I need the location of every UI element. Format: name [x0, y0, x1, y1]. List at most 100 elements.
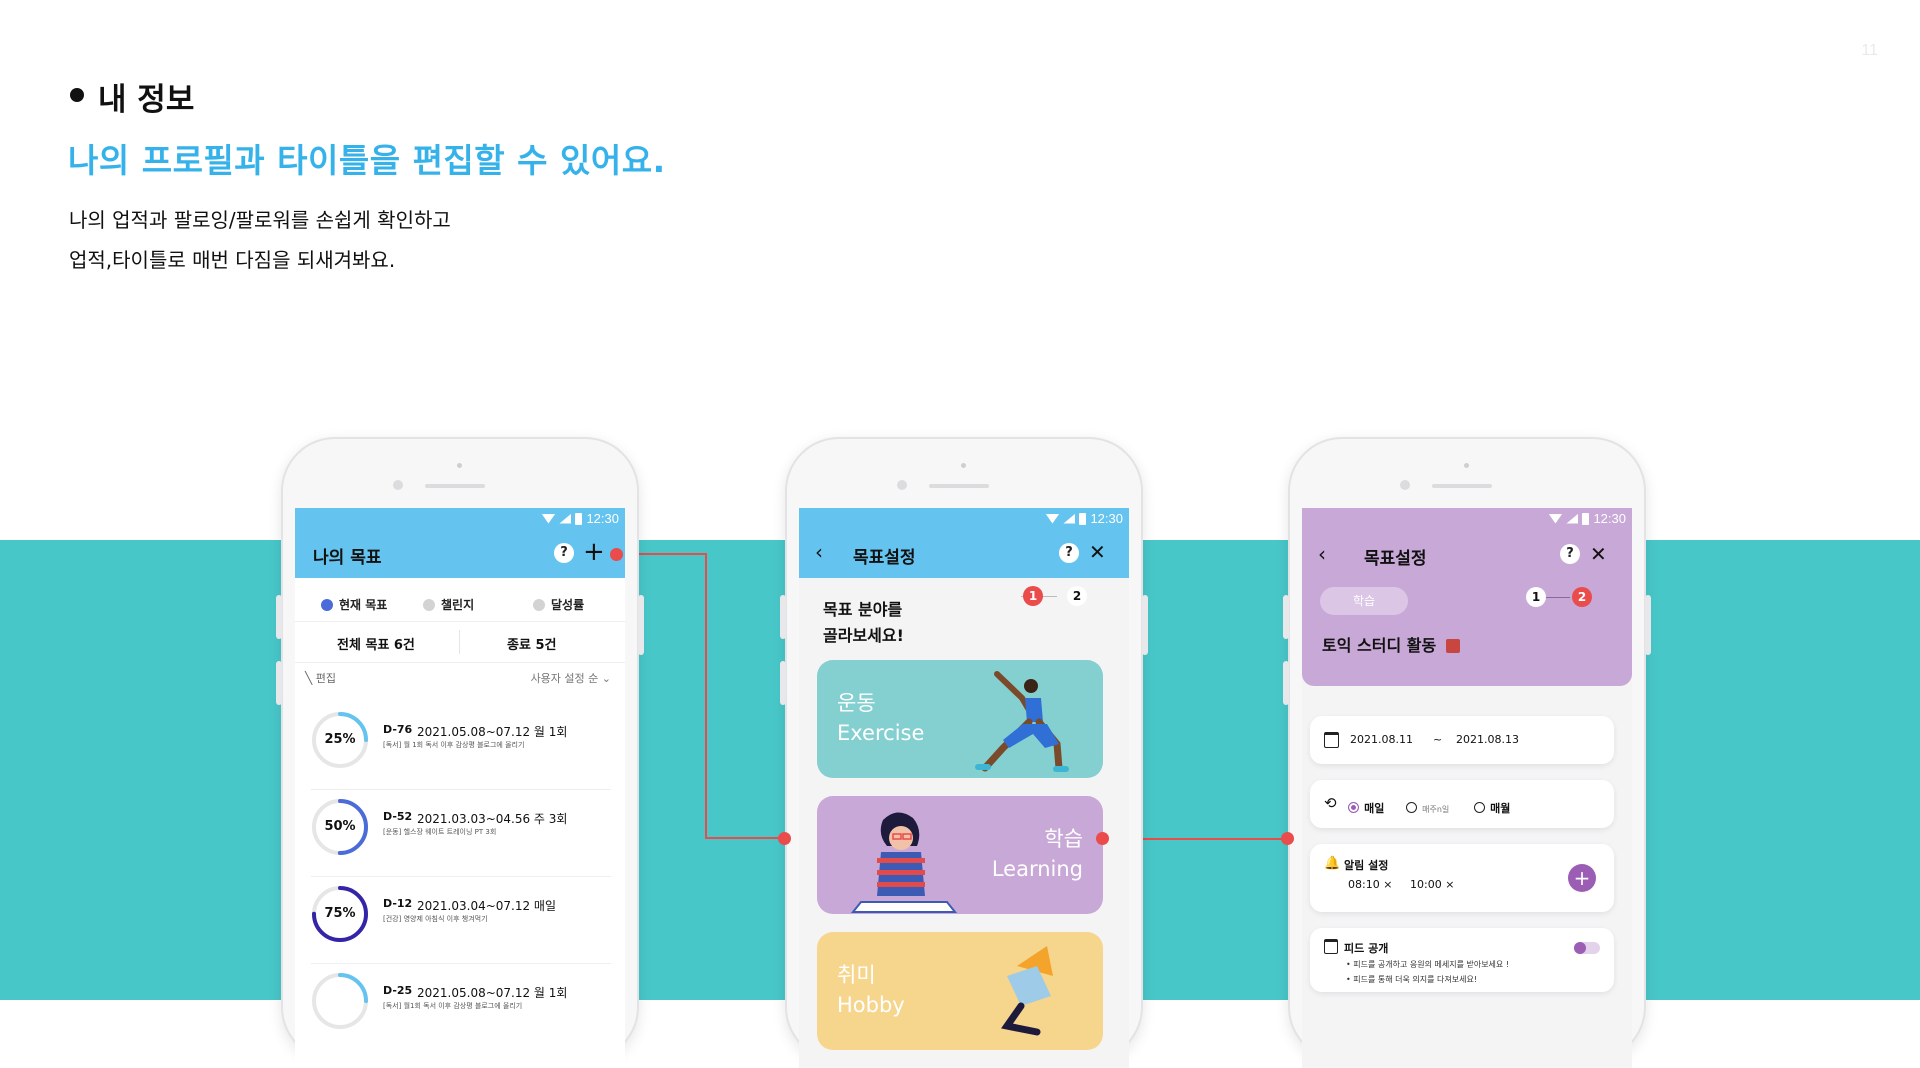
feed-title: 피드 공개	[1344, 942, 1389, 955]
card-title-en: Learning	[991, 857, 1083, 881]
alarm-time-2[interactable]: 10:00 ×	[1410, 878, 1454, 891]
signal-icon	[1063, 513, 1076, 524]
help-icon[interactable]: ?	[1560, 544, 1580, 564]
feed-toggle[interactable]	[1574, 942, 1600, 954]
sensor	[457, 463, 462, 468]
camera	[393, 480, 403, 490]
edit-button[interactable]: ╲ 편집	[305, 670, 336, 686]
category-card-exercise[interactable]: 운동 Exercise	[817, 660, 1103, 778]
step-1-indicator: 1	[1526, 587, 1546, 607]
description-line-1: 나의 업적과 팔로잉/팔로워를 손쉽게 확인하고	[69, 208, 451, 232]
category-card-hobby[interactable]: 취미 Hobby	[817, 932, 1103, 1050]
back-arrow-icon[interactable]: ‹	[1318, 541, 1326, 567]
feed-note-2: • 피드를 통해 더욱 의지를 다져보세요!	[1346, 975, 1478, 984]
help-icon[interactable]: ?	[554, 543, 574, 563]
goal-dday: D-52	[383, 810, 413, 823]
goal-description: [독서] 월1회 독서 이후 감상평 블로그에 올리기	[383, 1002, 523, 1010]
close-icon[interactable]: ✕	[1089, 539, 1106, 565]
side-button	[1283, 661, 1289, 705]
side-button	[638, 595, 644, 655]
connector-dot	[610, 548, 623, 561]
goal-item[interactable]: 50% D-52 2021.03.03~04.56 주 3회 [운동] 헬스장 …	[311, 790, 611, 877]
book-icon	[1445, 639, 1460, 653]
repeat-setting: ⟲ 매일 매주n일 매월	[1310, 780, 1614, 828]
feed-visibility-setting: 피드 공개 • 피드를 공개하고 응원의 메세지를 받아보세요 ! • 피드를 …	[1310, 928, 1614, 992]
goal-period: 2021.03.04~07.12 매일	[417, 899, 557, 913]
option-label: 매일	[1364, 802, 1385, 815]
chevron-down-icon: ⌄	[601, 672, 611, 685]
goal-item[interactable]: 75% D-12 2021.03.04~07.12 매일 [건강] 영양제 아침…	[311, 877, 611, 964]
screen-goal-detail: 12:30 ‹ 목표설정 ? ✕ 학습 1 2 토익 스터디 활동 2021.0…	[1302, 508, 1632, 1068]
repeat-option-weekly[interactable]: 매주n일	[1406, 797, 1449, 816]
bell-icon: 🔔	[1324, 856, 1341, 871]
add-goal-button[interactable]: +	[583, 539, 605, 565]
goal-period: 2021.03.03~04.56 주 3회	[417, 812, 568, 826]
option-label: 매월	[1490, 802, 1511, 815]
legend-dot	[533, 598, 545, 611]
side-button	[1645, 595, 1651, 655]
add-alarm-button[interactable]: +	[1568, 864, 1596, 892]
page-title: 나의 목표	[313, 548, 382, 568]
wifi-icon	[1548, 513, 1563, 524]
remove-icon[interactable]: ×	[1445, 878, 1454, 891]
side-button	[1283, 595, 1289, 639]
tab-label: 현재 목표	[339, 598, 388, 612]
status-time: 12:30	[1090, 511, 1123, 526]
feed-note-1: • 피드를 공개하고 응원의 메세지를 받아보세요 !	[1346, 960, 1510, 969]
phone-mockup-goal-category: 12:30 ‹ 목표설정 ? ✕ 1 2 목표 분야를 골라보세요! 운동 Ex…	[780, 437, 1148, 1068]
divider	[459, 630, 460, 654]
date-range-field[interactable]: 2021.08.11 ~ 2021.08.13	[1310, 716, 1614, 764]
goal-dday: D-25	[383, 984, 413, 997]
help-icon[interactable]: ?	[1059, 543, 1079, 563]
card-title-ko: 학습	[1044, 827, 1083, 851]
card-title-en: Hobby	[837, 993, 905, 1017]
option-label: 매주n일	[1422, 805, 1450, 814]
goal-item[interactable]: D-25 2021.05.08~07.12 월 1회 [독서] 월1회 독서 이…	[311, 964, 611, 1050]
close-icon[interactable]: ✕	[1590, 541, 1607, 567]
alarm-time: 08:10	[1348, 878, 1380, 891]
page-title: 목표설정	[1364, 549, 1427, 569]
goal-description: [독서] 월 1회 독서 이후 감상평 블로그에 올리기	[383, 741, 525, 749]
app-bar: 12:30 ‹ 목표설정 ? ✕	[799, 508, 1129, 578]
history-icon: ⟲	[1324, 794, 1337, 812]
goal-percent: 50%	[324, 819, 356, 834]
wifi-icon	[1045, 513, 1060, 524]
legend-dot	[321, 598, 333, 611]
goal-item[interactable]: 25% D-76 2021.05.08~07.12 월 1회 [독서] 월 1회…	[311, 703, 611, 790]
speaker	[929, 484, 989, 488]
connector-dot	[1096, 832, 1109, 845]
alarm-time-1[interactable]: 08:10 ×	[1348, 878, 1392, 891]
remove-icon[interactable]: ×	[1383, 878, 1392, 891]
connector-line	[705, 553, 707, 839]
question-line-1: 목표 분야를	[823, 600, 903, 619]
repeat-option-monthly[interactable]: 매월	[1474, 797, 1510, 816]
goal-name: 토익 스터디 활동	[1322, 632, 1460, 656]
start-date: 2021.08.11	[1350, 733, 1413, 746]
radio-selected	[1348, 802, 1359, 813]
repeat-option-daily[interactable]: 매일	[1348, 797, 1384, 816]
tab-achievement-rate[interactable]: 달성률	[533, 596, 584, 613]
calendar-icon	[1324, 939, 1338, 954]
back-arrow-icon[interactable]: ‹	[815, 539, 823, 565]
screen-goal-category: 12:30 ‹ 목표설정 ? ✕ 1 2 목표 분야를 골라보세요! 운동 Ex…	[799, 508, 1129, 1068]
tab-challenge[interactable]: 챌린지	[423, 596, 474, 613]
side-button	[1142, 595, 1148, 655]
status-time: 12:30	[1593, 511, 1626, 526]
goal-name-text: 토익 스터디 활동	[1322, 636, 1437, 655]
app-bar: 12:30 나의 목표 ? +	[295, 508, 625, 578]
step-1-indicator: 1	[1023, 586, 1043, 606]
status-bar: 12:30	[1548, 511, 1626, 526]
sort-dropdown[interactable]: 사용자 설정 순 ⌄	[531, 670, 611, 686]
side-button	[780, 595, 786, 639]
connector-dot	[778, 832, 791, 845]
category-chip[interactable]: 학습	[1320, 587, 1408, 615]
side-button	[276, 661, 282, 705]
pencil-icon: ╲	[305, 671, 313, 685]
category-card-learning[interactable]: 학습 Learning	[817, 796, 1103, 914]
radio	[1406, 802, 1417, 813]
tab-current-goals[interactable]: 현재 목표	[321, 596, 387, 613]
learning-illustration	[850, 812, 958, 913]
battery-icon	[1582, 512, 1590, 525]
signal-icon	[559, 513, 572, 524]
feed-note-text: 피드를 통해 더욱 의지를 다져보세요!	[1353, 975, 1478, 984]
